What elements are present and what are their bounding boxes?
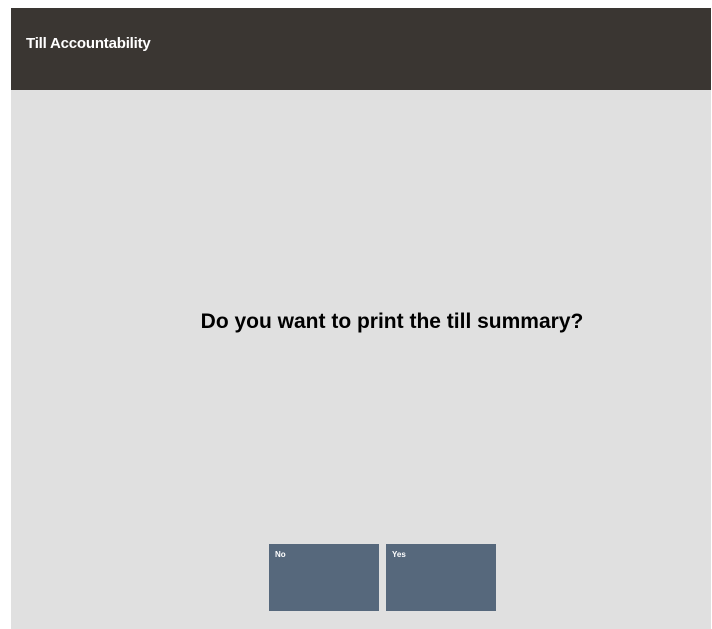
title-bar: Till Accountability — [11, 8, 711, 90]
confirmation-prompt: Do you want to print the till summary? — [200, 310, 584, 333]
no-button-label: No — [275, 550, 286, 559]
app-window: Till Accountability Do you want to print… — [11, 8, 711, 629]
yes-button[interactable]: Yes — [386, 544, 496, 611]
no-button[interactable]: No — [269, 544, 379, 611]
yes-button-label: Yes — [392, 550, 406, 559]
page-title: Till Accountability — [26, 35, 151, 52]
